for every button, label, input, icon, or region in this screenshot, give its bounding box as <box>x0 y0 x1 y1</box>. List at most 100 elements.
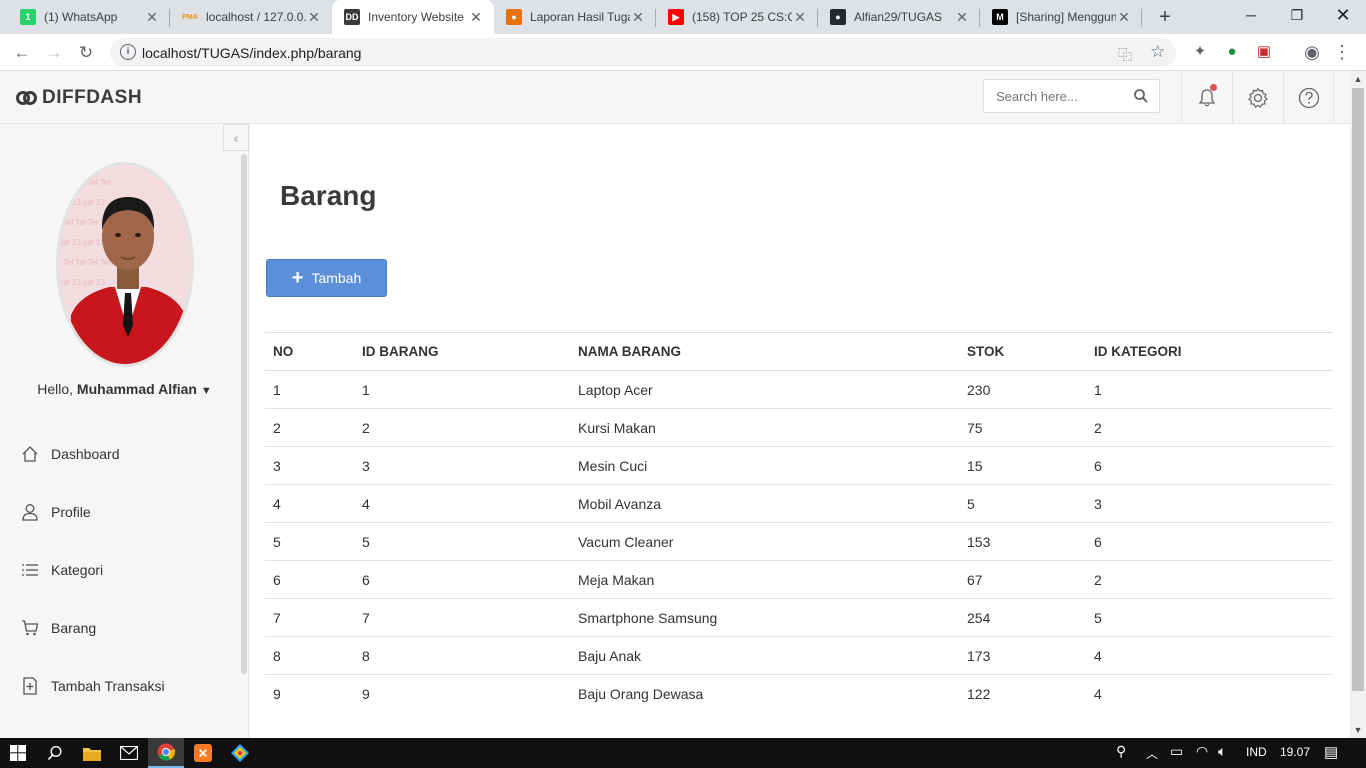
phpmyadmin-icon: PMA <box>182 13 198 21</box>
table-cell: 8 <box>265 636 354 675</box>
reload-button[interactable]: ↻ <box>74 41 98 65</box>
svg-text:ool 13 ool 13: ool 13 ool 13 <box>59 238 105 247</box>
browser-tab[interactable]: DD Inventory Website ✕ <box>332 0 494 34</box>
svg-text:Tel Tel Tel Tel: Tel Tel Tel Tel <box>63 178 110 187</box>
xampp-icon[interactable]: ✕ <box>185 738 221 768</box>
table-cell: Baju Orang Dewasa <box>578 685 704 702</box>
sidebar-item-label: Tambah Transaksi <box>51 678 165 694</box>
wifi-icon[interactable]: ◠ <box>1196 743 1208 760</box>
address-bar[interactable]: i localhost/TUGAS/index.php/barang ⿻ ☆ <box>110 38 1176 67</box>
table-cell: 4 <box>1086 636 1333 675</box>
table-cell: 4 <box>1094 685 1102 702</box>
sidebar-item-barang[interactable]: Barang <box>20 613 220 643</box>
column-header-stok[interactable]: STOK <box>959 332 1086 371</box>
restore-button[interactable]: ❐ <box>1274 0 1320 30</box>
table-cell: 2 <box>265 408 354 447</box>
table-cell: Meja Makan <box>570 560 959 599</box>
table-row: 6 6 Meja Makan 67 2 <box>265 560 1333 599</box>
back-button[interactable]: ← <box>10 41 34 65</box>
people-icon[interactable]: ⚲ <box>1116 743 1126 760</box>
close-tab-icon[interactable]: ✕ <box>144 9 160 26</box>
close-tab-icon[interactable]: ✕ <box>630 9 646 26</box>
windows-start-icon[interactable] <box>0 738 36 768</box>
sidebar-scrollbar[interactable] <box>241 154 247 674</box>
close-tab-icon[interactable]: ✕ <box>792 9 808 26</box>
page-title: Barang <box>280 180 377 211</box>
close-tab-icon[interactable]: ✕ <box>468 9 484 26</box>
clock-time[interactable]: 19.07 <box>1280 745 1310 759</box>
column-header-no[interactable]: NO <box>265 332 354 371</box>
table-cell: Vacum Cleaner <box>570 522 959 561</box>
git-client-icon[interactable] <box>222 738 258 768</box>
scroll-down-arrow-icon[interactable]: ▼ <box>1350 722 1366 738</box>
sidebar-item-kategori[interactable]: Kategori <box>20 555 220 585</box>
browser-menu-icon[interactable]: ⋮ <box>1332 42 1352 62</box>
search-taskbar-icon[interactable] <box>37 738 73 768</box>
add-button[interactable]: + Tambah <box>266 259 387 297</box>
extension-pdf-icon[interactable]: ▣ <box>1254 42 1274 62</box>
close-tab-icon[interactable]: ✕ <box>306 9 322 26</box>
column-header-nama-barang[interactable]: NAMA BARANG <box>570 332 959 371</box>
scroll-up-arrow-icon[interactable]: ▲ <box>1350 71 1366 87</box>
close-window-button[interactable]: ✕ <box>1320 0 1366 30</box>
table-cell: Mobil Avanza <box>570 484 959 523</box>
notification-badge <box>1210 84 1217 91</box>
tray-chevron-up-icon[interactable]: ︿ <box>1146 745 1158 762</box>
extension-puzzle-icon[interactable]: ✦ <box>1190 42 1210 62</box>
sidebar-item-dashboard[interactable]: Dashboard <box>20 439 220 469</box>
url-text[interactable]: localhost/TUGAS/index.php/barang <box>142 45 361 61</box>
table-cell: 6 <box>1086 446 1333 485</box>
column-header-id-kategori[interactable]: ID KATEGORI <box>1086 332 1333 371</box>
user-greeting[interactable]: Hello, Muhammad Alfian ▼ <box>0 381 249 397</box>
page-scrollbar[interactable]: ▲ ▼ <box>1350 71 1366 738</box>
scrollbar-thumb[interactable] <box>1352 88 1364 691</box>
table-cell: 3 <box>265 446 354 485</box>
site-info-icon[interactable]: i <box>120 44 136 60</box>
sidebar-item-tambah-transaksi[interactable]: Tambah Transaksi <box>20 671 220 701</box>
table-row: 3 3 Mesin Cuci 15 6 <box>265 446 1333 485</box>
table-cell: 230 <box>959 370 1086 409</box>
browser-tab[interactable]: ● Alfian29/TUGAS ✕ <box>818 0 980 34</box>
medium-icon: M <box>992 9 1008 25</box>
brand-logo[interactable]: DIFFDASH <box>16 87 142 109</box>
sidebar-item-label: Kategori <box>51 562 104 578</box>
table-cell: 4 <box>265 484 354 523</box>
close-tab-icon[interactable]: ✕ <box>1116 9 1132 26</box>
chrome-taskbar-icon[interactable] <box>148 738 184 768</box>
action-center-icon[interactable]: ▤ <box>1324 743 1338 761</box>
brand-name: DIFFDASH <box>42 87 143 108</box>
battery-icon[interactable]: ▭ <box>1170 743 1183 760</box>
browser-tab-title: [Sharing] Menggunakan <box>1016 10 1116 24</box>
browser-tab[interactable]: PMA localhost / 127.0.0.1 ✕ <box>170 0 332 34</box>
profile-avatar-icon[interactable]: ◉ <box>1302 42 1322 62</box>
browser-tab[interactable]: M [Sharing] Menggunakan✕ <box>980 0 1142 34</box>
minimize-button[interactable]: ─ <box>1228 0 1274 30</box>
table-cell: 67 <box>959 560 1086 599</box>
browser-tab[interactable]: ▶ (158) TOP 25 CS:GO✕ <box>656 0 818 34</box>
file-explorer-icon[interactable] <box>74 738 110 768</box>
extension-globe-icon[interactable]: ● <box>1222 42 1242 62</box>
table-row: 8 8 Baju Anak 173 4 <box>265 636 1333 675</box>
search-input[interactable] <box>984 80 1124 112</box>
forward-button[interactable]: → <box>42 41 66 65</box>
sidebar-item-profile[interactable]: Profile <box>20 497 220 527</box>
mail-icon[interactable] <box>111 738 147 768</box>
browser-tab[interactable]: 1 (1) WhatsApp ✕ <box>8 0 170 34</box>
language-indicator[interactable]: IND <box>1246 745 1267 759</box>
table-cell: 8 <box>354 636 570 675</box>
volume-icon[interactable]: 🔈︎ <box>1218 743 1226 760</box>
column-header-id-barang[interactable]: ID BARANG <box>354 332 570 371</box>
settings-button[interactable] <box>1232 71 1283 124</box>
help-button[interactable] <box>1283 71 1334 124</box>
caret-down-icon[interactable]: ▼ <box>201 385 212 397</box>
search-icon[interactable] <box>1133 88 1149 104</box>
new-tab-button[interactable]: + <box>1154 6 1176 28</box>
translate-icon[interactable]: ⿻ <box>1118 45 1132 65</box>
sidebar-collapse-button[interactable]: ‹ <box>223 124 249 151</box>
close-tab-icon[interactable]: ✕ <box>954 9 970 26</box>
notifications-button[interactable] <box>1181 71 1232 124</box>
bookmark-star-icon[interactable]: ☆ <box>1150 42 1165 62</box>
table-cell: 2 <box>1086 560 1333 599</box>
table-row: 9 9 Baju Orang Dewasa 122 4 <box>265 675 1333 713</box>
browser-tab[interactable]: ● Laporan Hasil Tugas ✕ <box>494 0 656 34</box>
